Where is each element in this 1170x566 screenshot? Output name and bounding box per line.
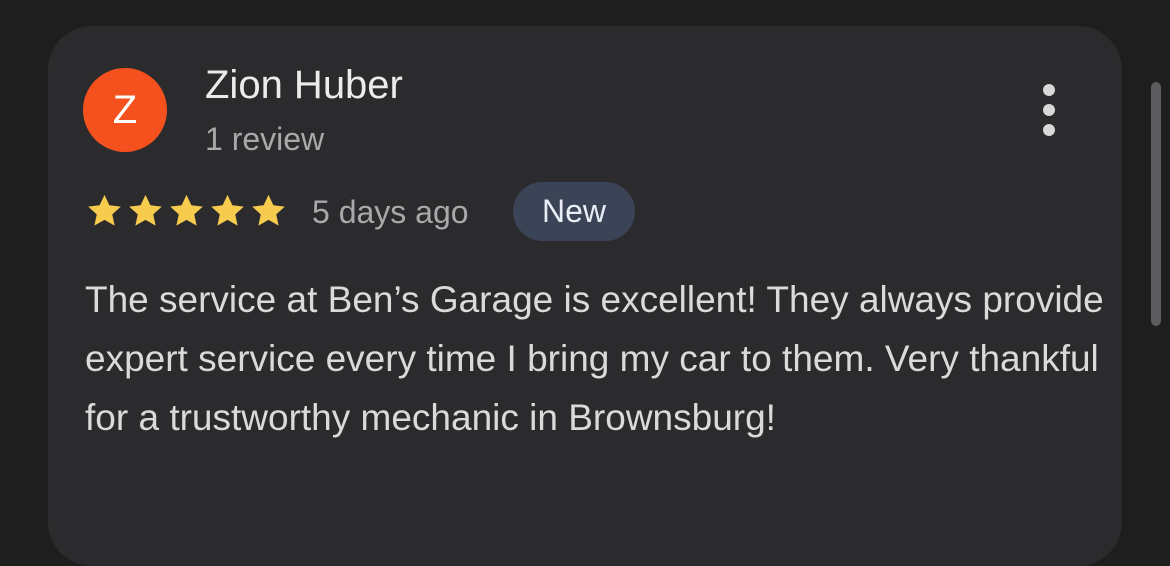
star-rating [84,192,289,230]
more-vert-icon-dot [1043,124,1055,136]
scrollbar[interactable] [1151,82,1161,326]
author-name[interactable]: Zion Huber [205,62,403,108]
star-icon [88,194,121,226]
star-icon [211,194,244,226]
star-icon [129,194,162,226]
author-review-count: 1 review [205,121,325,157]
more-options-button[interactable] [1028,80,1072,140]
new-badge: New [513,182,635,241]
review-text: The service at Ben’s Garage is excellent… [85,279,1104,438]
star-icon [252,194,285,226]
more-vert-icon-dot [1043,104,1055,116]
review-time: 5 days ago [312,194,469,230]
more-vert-icon [1043,84,1055,96]
avatar[interactable]: Z [83,68,167,152]
star-icon [170,194,203,226]
